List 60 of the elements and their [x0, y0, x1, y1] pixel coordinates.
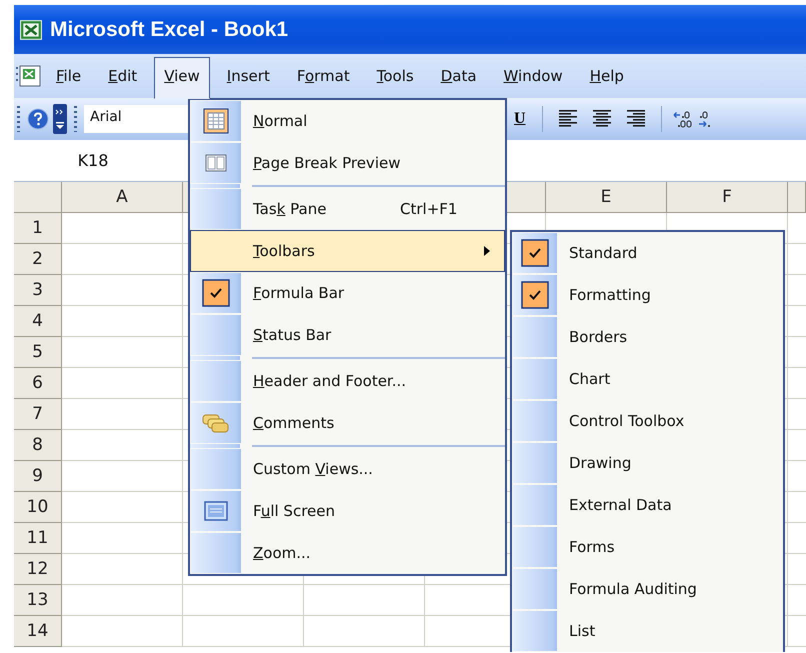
- menu-option[interactable]: Control Toolbox: [512, 400, 783, 442]
- workbook-icon: [16, 64, 42, 88]
- menu-option[interactable]: Formula Bar: [190, 272, 505, 314]
- menu-option[interactable]: Status Bar: [190, 314, 505, 356]
- help-icon[interactable]: [27, 108, 49, 130]
- column-header[interactable]: F: [667, 182, 788, 213]
- row-header[interactable]: 14: [14, 616, 62, 647]
- menu-option[interactable]: Forms: [512, 526, 783, 568]
- submenu-item[interactable]: Toolbars: [190, 230, 505, 272]
- align-center-icon[interactable]: [592, 110, 612, 128]
- increase-decimal-icon[interactable]: [672, 109, 694, 129]
- menu-option[interactable]: Full Screen: [190, 490, 505, 532]
- row-header[interactable]: 1: [14, 213, 62, 244]
- menu-option[interactable]: Drawing: [512, 442, 783, 484]
- align-left-icon[interactable]: [558, 110, 578, 128]
- menu-item[interactable]: File: [46, 57, 92, 95]
- row-header[interactable]: 13: [14, 585, 62, 616]
- row-header[interactable]: 4: [14, 306, 62, 337]
- menu-option[interactable]: Borders: [512, 316, 783, 358]
- menu-option[interactable]: Formatting: [512, 274, 783, 316]
- row-header[interactable]: 9: [14, 461, 62, 492]
- decrease-decimal-icon[interactable]: [698, 109, 712, 129]
- row-header[interactable]: 6: [14, 368, 62, 399]
- row-header[interactable]: 7: [14, 399, 62, 430]
- row-header[interactable]: 3: [14, 275, 62, 306]
- menu-option[interactable]: Chart: [512, 358, 783, 400]
- menu-item[interactable]: Insert: [216, 57, 280, 95]
- menu-option[interactable]: Comments: [190, 402, 505, 444]
- align-right-icon[interactable]: [626, 110, 646, 128]
- menu-option[interactable]: Formula Auditing: [512, 568, 783, 610]
- menu-option[interactable]: Page Break Preview: [190, 142, 505, 184]
- menu-option[interactable]: Standard: [512, 232, 783, 274]
- menu-item[interactable]: Tools: [366, 57, 424, 95]
- row-header[interactable]: 8: [14, 430, 62, 461]
- row-header[interactable]: 10: [14, 492, 62, 523]
- row-header[interactable]: 11: [14, 523, 62, 554]
- menu-item[interactable]: View: [154, 57, 210, 99]
- menu-option[interactable]: Task Pane Ctrl+F1: [190, 188, 505, 230]
- menu-option[interactable]: Normal: [190, 100, 505, 142]
- menu-item[interactable]: Edit: [98, 57, 148, 95]
- window-title: Microsoft Excel - Book1: [50, 18, 288, 42]
- excel-logo-icon: [20, 20, 42, 40]
- menu-item[interactable]: Help: [580, 57, 634, 95]
- row-header[interactable]: 5: [14, 337, 62, 368]
- menu-item[interactable]: Format: [286, 57, 360, 95]
- menu-option[interactable]: Zoom...: [190, 532, 505, 574]
- toolbar-options-icon[interactable]: [53, 104, 67, 134]
- menu-option[interactable]: External Data: [512, 484, 783, 526]
- column-header[interactable]: A: [62, 182, 183, 213]
- row-header[interactable]: 12: [14, 554, 62, 585]
- menu-option[interactable]: Header and Footer...: [190, 360, 505, 402]
- menu-option[interactable]: List: [512, 610, 783, 652]
- menu-option[interactable]: Custom Views...: [190, 448, 505, 490]
- menu-item[interactable]: Window: [494, 57, 573, 95]
- submenu-arrow-icon: [484, 246, 490, 256]
- underline-button[interactable]: U: [508, 108, 532, 130]
- row-header[interactable]: 2: [14, 244, 62, 275]
- column-header[interactable]: E: [546, 182, 667, 213]
- menu-item[interactable]: Data: [430, 57, 487, 95]
- name-box[interactable]: K18: [14, 147, 172, 174]
